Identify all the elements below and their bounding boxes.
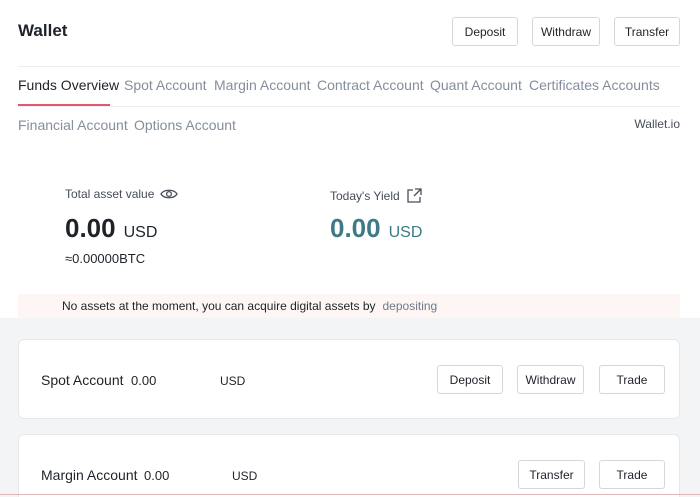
account-name: Spot Account — [41, 372, 124, 388]
site-link[interactable]: Wallet.io — [634, 117, 680, 131]
eye-icon[interactable] — [160, 188, 179, 200]
spot-withdraw-button[interactable]: Withdraw — [517, 365, 584, 394]
account-name: Margin Account — [41, 467, 138, 483]
total-asset-label: Total asset value — [65, 187, 155, 201]
deposit-button[interactable]: Deposit — [452, 17, 518, 46]
tab-contract-account[interactable]: Contract Account — [317, 77, 424, 93]
total-asset-amount: 0.00 — [65, 213, 116, 243]
todays-yield-amount: 0.00 — [330, 213, 381, 243]
tabs-divider — [18, 106, 680, 107]
tab-quant-account[interactable]: Quant Account — [430, 77, 522, 93]
withdraw-button[interactable]: Withdraw — [532, 17, 600, 46]
tab-options-account[interactable]: Options Account — [134, 117, 236, 133]
notice-text: No assets at the moment, you can acquire… — [62, 299, 376, 313]
no-assets-notice: No assets at the moment, you can acquire… — [18, 294, 680, 318]
tab-certificates-accounts[interactable]: Certificates Accounts — [529, 77, 660, 93]
tab-funds-overview[interactable]: Funds Overview — [18, 77, 119, 93]
margin-trade-button[interactable]: Trade — [599, 460, 665, 489]
account-unit: USD — [232, 469, 258, 483]
todays-yield-unit: USD — [388, 224, 423, 241]
tab-margin-account[interactable]: Margin Account — [214, 77, 311, 93]
account-amount: 0.00 — [131, 373, 157, 388]
depositing-link[interactable]: depositing — [383, 299, 438, 313]
margin-account-card: Margin Account 0.00 USD Transfer Trade — [18, 434, 680, 497]
account-amount: 0.00 — [144, 468, 170, 483]
todays-yield-value: 0.00 USD — [330, 213, 422, 244]
spot-deposit-button[interactable]: Deposit — [437, 365, 503, 394]
page-title: Wallet — [18, 21, 68, 40]
wallet-overview-panel: Wallet Deposit Withdraw Transfer Funds O… — [0, 0, 700, 318]
transfer-button[interactable]: Transfer — [614, 17, 680, 46]
spot-account-card: Spot Account 0.00 USD Deposit Withdraw T… — [18, 339, 680, 419]
todays-yield-label: Today's Yield — [330, 188, 400, 203]
total-asset-unit: USD — [123, 224, 158, 241]
share-icon[interactable] — [406, 187, 423, 204]
tab-financial-account[interactable]: Financial Account — [18, 117, 128, 133]
todays-yield-label-row: Today's Yield — [330, 187, 423, 204]
spot-trade-button[interactable]: Trade — [599, 365, 665, 394]
bottom-divider — [0, 494, 700, 495]
tab-spot-account[interactable]: Spot Account — [124, 77, 207, 93]
margin-transfer-button[interactable]: Transfer — [518, 460, 585, 489]
tabs-top-divider — [18, 66, 680, 67]
total-asset-value: 0.00 USD — [65, 213, 157, 244]
btc-equivalent: ≈0.00000BTC — [65, 251, 146, 266]
total-asset-label-row: Total asset value — [65, 187, 179, 201]
account-unit: USD — [220, 374, 246, 388]
